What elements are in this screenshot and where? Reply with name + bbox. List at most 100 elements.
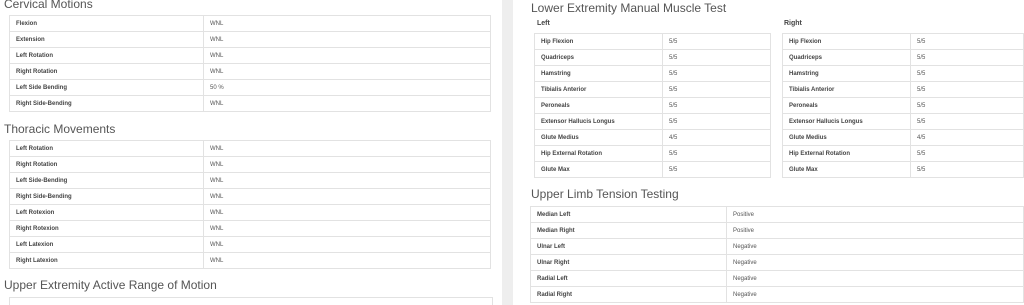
row-label: Left Side Bending <box>9 79 204 96</box>
row-value: 5/5 <box>910 49 1024 66</box>
row-value: WNL <box>203 156 491 173</box>
row-label: Ulnar Right <box>530 254 727 271</box>
row-value: Negative <box>726 238 1024 255</box>
cervical-table: Flexion WNL Extension WNL Left Rotation WNL Ri… <box>9 15 491 112</box>
table-row: Median Left Positive <box>530 206 1024 223</box>
table-row: Extensor Hallucis Longus 5/5 <box>534 113 771 130</box>
table-row: Hamstring 5/5 <box>534 65 771 82</box>
table-row: Left Rotexion WNL <box>9 204 491 221</box>
table-row: Left Latexion WNL <box>9 236 491 253</box>
table-row: Left Rotation WNL <box>9 140 491 157</box>
row-label: Hip External Rotation <box>782 145 911 162</box>
row-label: Extensor Hallucis Longus <box>782 113 911 130</box>
table-row: Tibialis Anterior 5/5 <box>534 81 771 98</box>
row-label: Ulnar Left <box>530 238 727 255</box>
table-row: Glute Max 5/5 <box>534 161 771 178</box>
table-row: Tibialis Anterior 5/5 <box>782 81 1024 98</box>
row-value: WNL <box>203 140 491 157</box>
table-row: Hip External Rotation 5/5 <box>534 145 771 162</box>
upper-rom-table-partial <box>9 297 493 305</box>
row-value: 50 % <box>203 79 491 96</box>
row-value: Negative <box>726 286 1024 303</box>
upper-rom-title: Upper Extremity Active Range of Motion <box>4 278 217 292</box>
row-label: Glute Max <box>782 161 911 178</box>
row-label: Hamstring <box>782 65 911 82</box>
row-label: Radial Right <box>530 286 727 303</box>
thoracic-title: Thoracic Movements <box>4 122 116 136</box>
row-value: 5/5 <box>662 113 771 130</box>
row-value: WNL <box>203 31 491 48</box>
row-value: WNL <box>203 220 491 237</box>
row-label: Left Rotation <box>9 140 204 157</box>
right-panel: Lower Extremity Manual Muscle Test Left … <box>513 0 1024 305</box>
row-value: 5/5 <box>662 49 771 66</box>
row-label: Left Rotexion <box>9 204 204 221</box>
table-row: Median Right Positive <box>530 222 1024 239</box>
row-value: WNL <box>203 252 491 269</box>
thoracic-table: Left Rotation WNL Right Rotation WNL Left Si… <box>9 140 491 269</box>
row-value: 5/5 <box>662 33 771 50</box>
table-row: Peroneals 5/5 <box>782 97 1024 114</box>
lower-mmt-left-label: Left <box>537 20 550 27</box>
table-row: Right Rotation WNL <box>9 63 491 80</box>
row-value: WNL <box>203 188 491 205</box>
row-label: Radial Left <box>530 270 727 287</box>
row-value: WNL <box>203 236 491 253</box>
table-row: Ulnar Left Negative <box>530 238 1024 255</box>
table-row: Extension WNL <box>9 31 491 48</box>
row-value: 5/5 <box>662 65 771 82</box>
table-row: Right Side-Bending WNL <box>9 188 491 205</box>
row-label: Tibialis Anterior <box>534 81 663 98</box>
row-label: Quadriceps <box>534 49 663 66</box>
table-row: Right Rotation WNL <box>9 156 491 173</box>
table-row: Glute Max 5/5 <box>782 161 1024 178</box>
row-value: WNL <box>203 15 491 32</box>
row-value: WNL <box>203 95 491 112</box>
row-value: 5/5 <box>910 65 1024 82</box>
row-value: 4/5 <box>662 129 771 146</box>
table-row: Left Rotation WNL <box>9 47 491 64</box>
row-value: WNL <box>203 63 491 80</box>
lower-mmt-left-table: Hip Flexion 5/5 Quadriceps 5/5 Hamstring 5/5 T… <box>534 33 771 178</box>
row-value: 5/5 <box>662 97 771 114</box>
row-label: Glute Medius <box>782 129 911 146</box>
row-value: WNL <box>203 47 491 64</box>
row-label: Median Right <box>530 222 727 239</box>
row-value: WNL <box>203 172 491 189</box>
row-label: Hip Flexion <box>534 33 663 50</box>
row-label: Extensor Hallucis Longus <box>534 113 663 130</box>
lower-mmt-title: Lower Extremity Manual Muscle Test <box>531 1 727 15</box>
table-row: Peroneals 5/5 <box>534 97 771 114</box>
row-value: Positive <box>726 222 1024 239</box>
row-label: Right Side-Bending <box>9 188 204 205</box>
table-row: Hamstring 5/5 <box>782 65 1024 82</box>
row-label: Quadriceps <box>782 49 911 66</box>
ultt-table: Median Left Positive Median Right Positive U… <box>530 206 1024 303</box>
row-label: Hamstring <box>534 65 663 82</box>
row-label: Left Latexion <box>9 236 204 253</box>
row-value: 5/5 <box>910 145 1024 162</box>
table-row: Hip External Rotation 5/5 <box>782 145 1024 162</box>
row-label: Peroneals <box>534 97 663 114</box>
table-row: Right Rotexion WNL <box>9 220 491 237</box>
table-row: Ulnar Right Negative <box>530 254 1024 271</box>
row-label: Right Rotation <box>9 63 204 80</box>
table-row: Glute Medius 4/5 <box>534 129 771 146</box>
table-row: Right Latexion WNL <box>9 252 491 269</box>
row-label: Right Rotation <box>9 156 204 173</box>
table-row: Glute Medius 4/5 <box>782 129 1024 146</box>
row-label: Left Rotation <box>9 47 204 64</box>
row-label: Right Rotexion <box>9 220 204 237</box>
row-value: 5/5 <box>662 161 771 178</box>
row-label: Peroneals <box>782 97 911 114</box>
row-value: Positive <box>726 206 1024 223</box>
table-row: Flexion WNL <box>9 15 491 32</box>
row-value: 4/5 <box>910 129 1024 146</box>
row-value: WNL <box>203 204 491 221</box>
table-row: Radial Left Negative <box>530 270 1024 287</box>
row-label: Hip External Rotation <box>534 145 663 162</box>
row-value: 5/5 <box>910 33 1024 50</box>
row-label: Median Left <box>530 206 727 223</box>
table-row: Left Side Bending 50 % <box>9 79 491 96</box>
cervical-title: Cervical Motions <box>4 0 93 11</box>
